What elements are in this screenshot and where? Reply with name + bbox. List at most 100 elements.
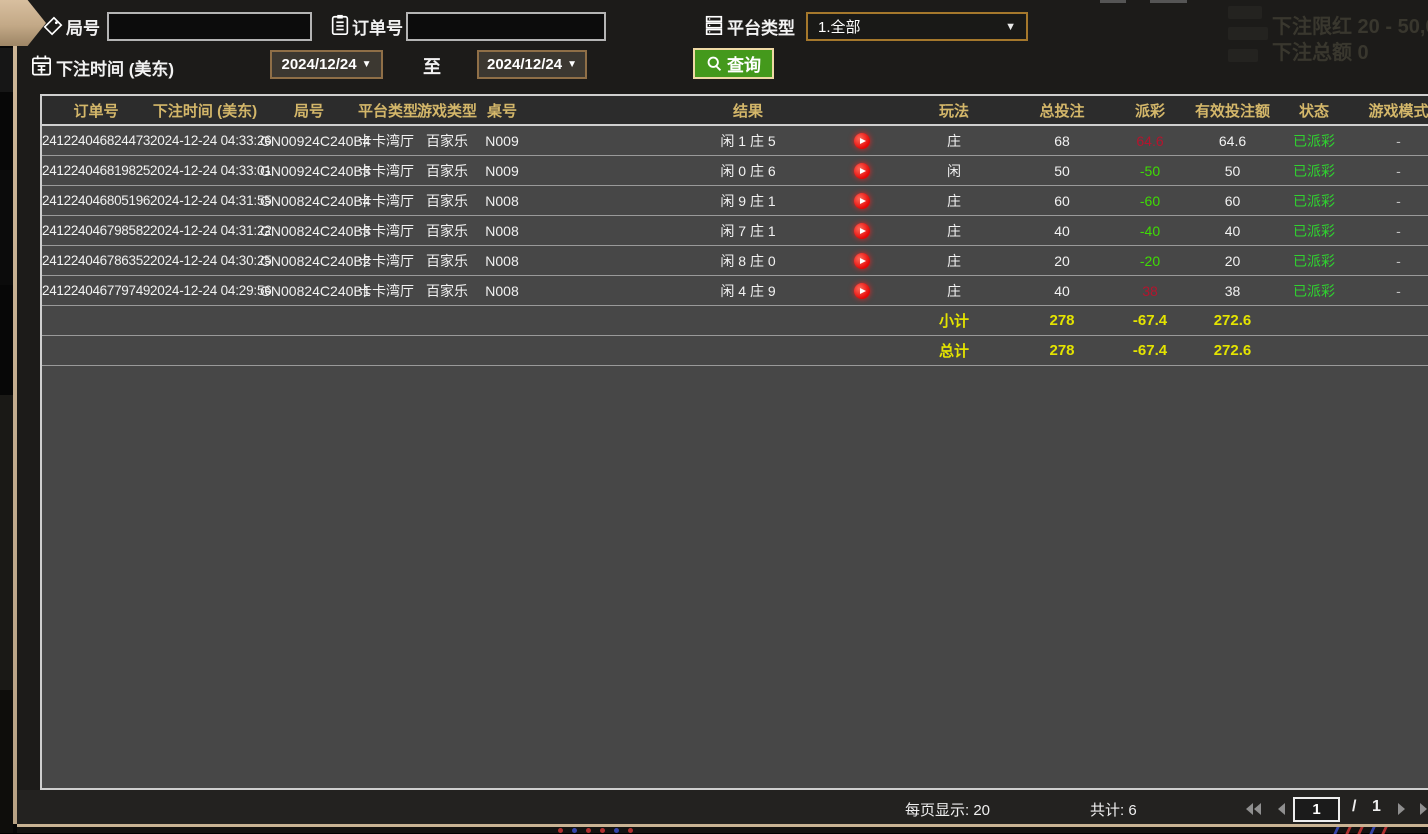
- grand-total-row-total: 278: [1016, 342, 1108, 359]
- edge-block: [0, 395, 13, 690]
- cell-replay: [832, 132, 892, 149]
- header-status: 状态: [1273, 100, 1355, 121]
- grand-total-row-valid: 272.6: [1192, 342, 1273, 359]
- cell-round-no: GN00924C240B3: [260, 163, 358, 179]
- cell-game-type: 百家乐: [414, 281, 480, 301]
- cell-valid-bet: 60: [1192, 193, 1273, 209]
- header-round: 局号: [260, 100, 358, 121]
- platform-type-label: 平台类型: [727, 14, 795, 39]
- next-page-button[interactable]: [1395, 801, 1415, 817]
- table-row: 2412240467863522024-12-24 04:30:25GN0082…: [42, 246, 1428, 276]
- header-total: 总投注: [1016, 100, 1108, 121]
- header-time: 下注时间 (美东): [150, 100, 260, 121]
- header-order: 订单号: [42, 100, 150, 121]
- first-page-button[interactable]: [1243, 801, 1263, 817]
- round-no-input[interactable]: [107, 12, 312, 41]
- table-row: 2412240467797492024-12-24 04:29:56GN0082…: [42, 276, 1428, 306]
- cell-mode: -: [1355, 253, 1428, 269]
- bet-records-table: 订单号下注时间 (美东)局号平台类型游戏类型桌号结果玩法总投注派彩有效投注额状态…: [40, 94, 1428, 790]
- order-no-input[interactable]: [406, 12, 606, 41]
- header-result: 结果: [664, 100, 832, 121]
- table-row: 2412240468051962024-12-24 04:31:55GN0082…: [42, 186, 1428, 216]
- cell-platform: 卡卡湾厅: [358, 191, 414, 211]
- cell-total-bet: 40: [1016, 223, 1108, 239]
- replay-button[interactable]: [854, 193, 870, 209]
- cell-play-type: 庄: [892, 221, 1016, 241]
- cell-table-no: N008: [480, 223, 524, 239]
- replay-button[interactable]: [854, 253, 870, 269]
- cell-status: 已派彩: [1273, 221, 1355, 241]
- page-total: 1: [1372, 798, 1381, 816]
- cell-valid-bet: 40: [1192, 223, 1273, 239]
- server-stack-icon: [703, 13, 725, 42]
- cell-bet-time: 2024-12-24 04:31:22: [150, 223, 260, 238]
- cell-mode: -: [1355, 193, 1428, 209]
- cell-platform: 卡卡湾厅: [358, 251, 414, 271]
- cell-bet-time: 2024-12-24 04:33:01: [150, 163, 260, 178]
- cell-valid-bet: 50: [1192, 163, 1273, 179]
- header-platform: 平台类型: [358, 100, 414, 121]
- cell-replay: [832, 192, 892, 209]
- cell-payout: -60: [1108, 193, 1192, 209]
- cell-table-no: N009: [480, 133, 524, 149]
- platform-selected-value: 1.全部: [818, 16, 861, 37]
- last-page-button[interactable]: [1418, 801, 1428, 817]
- background-artifact: [1228, 6, 1262, 19]
- cell-table-no: N008: [480, 283, 524, 299]
- cell-order-no: 241224046805196: [42, 193, 150, 208]
- cell-replay: [832, 162, 892, 179]
- cell-round-no: GN00824C240B3: [260, 223, 358, 239]
- chevron-down-icon: ▼: [362, 59, 372, 70]
- platform-type-select[interactable]: 1.全部 ▼: [806, 12, 1028, 41]
- cell-bet-time: 2024-12-24 04:31:55: [150, 193, 260, 208]
- ghost-bet-total-text: 下注总额 0: [1272, 36, 1369, 65]
- chevron-down-icon: ▼: [1005, 21, 1016, 33]
- cell-total-bet: 50: [1016, 163, 1108, 179]
- chevron-down-icon: ▼: [567, 59, 577, 70]
- background-roadmap-dots: [17, 827, 1428, 833]
- cell-result: 闲 4 庄 9: [664, 281, 832, 301]
- cell-bet-time: 2024-12-24 04:30:25: [150, 253, 260, 268]
- date-from-picker[interactable]: 2024/12/24 ▼: [270, 50, 383, 79]
- total-count-text: 共计: 6: [1090, 799, 1137, 820]
- background-artifact: [1228, 49, 1258, 62]
- subtotal-row-total: 278: [1016, 312, 1108, 329]
- cell-total-bet: 68: [1016, 133, 1108, 149]
- cell-total-bet: 60: [1016, 193, 1108, 209]
- replay-button[interactable]: [854, 283, 870, 299]
- replay-button[interactable]: [854, 133, 870, 149]
- cell-play-type: 庄: [892, 131, 1016, 151]
- date-to-picker[interactable]: 2024/12/24 ▼: [477, 50, 587, 79]
- cell-total-bet: 40: [1016, 283, 1108, 299]
- edge-block: [0, 690, 13, 833]
- cell-order-no: 241224046786352: [42, 253, 150, 268]
- background-artifact: [1228, 27, 1268, 40]
- query-button[interactable]: 查询: [693, 48, 774, 79]
- subtotal-row-play: 小计: [892, 310, 1016, 331]
- page-separator: /: [1352, 798, 1356, 816]
- cell-status: 已派彩: [1273, 131, 1355, 151]
- table-row: 2412240467985822024-12-24 04:31:22GN0082…: [42, 216, 1428, 246]
- page-number-input[interactable]: [1293, 797, 1340, 822]
- replay-button[interactable]: [854, 163, 870, 179]
- cell-payout: 64.6: [1108, 133, 1192, 149]
- background-artifact: [1150, 0, 1187, 3]
- subtotal-row-valid: 272.6: [1192, 312, 1273, 329]
- header-play: 玩法: [892, 100, 1016, 121]
- edge-block: [0, 170, 13, 285]
- header-mode: 游戏模式: [1355, 100, 1428, 121]
- table-empty-area: [42, 366, 1428, 788]
- cell-payout: -20: [1108, 253, 1192, 269]
- prev-page-button[interactable]: [1274, 801, 1294, 817]
- cell-total-bet: 20: [1016, 253, 1108, 269]
- cell-round-no: GN00824C240B1: [260, 283, 358, 299]
- cell-order-no: 241224046779749: [42, 283, 150, 298]
- cell-platform: 卡卡湾厅: [358, 221, 414, 241]
- cell-payout: -40: [1108, 223, 1192, 239]
- cell-game-type: 百家乐: [414, 191, 480, 211]
- cell-game-type: 百家乐: [414, 131, 480, 151]
- grand-total-row-payout: -67.4: [1108, 342, 1192, 359]
- cell-replay: [832, 252, 892, 269]
- cell-play-type: 庄: [892, 281, 1016, 301]
- replay-button[interactable]: [854, 223, 870, 239]
